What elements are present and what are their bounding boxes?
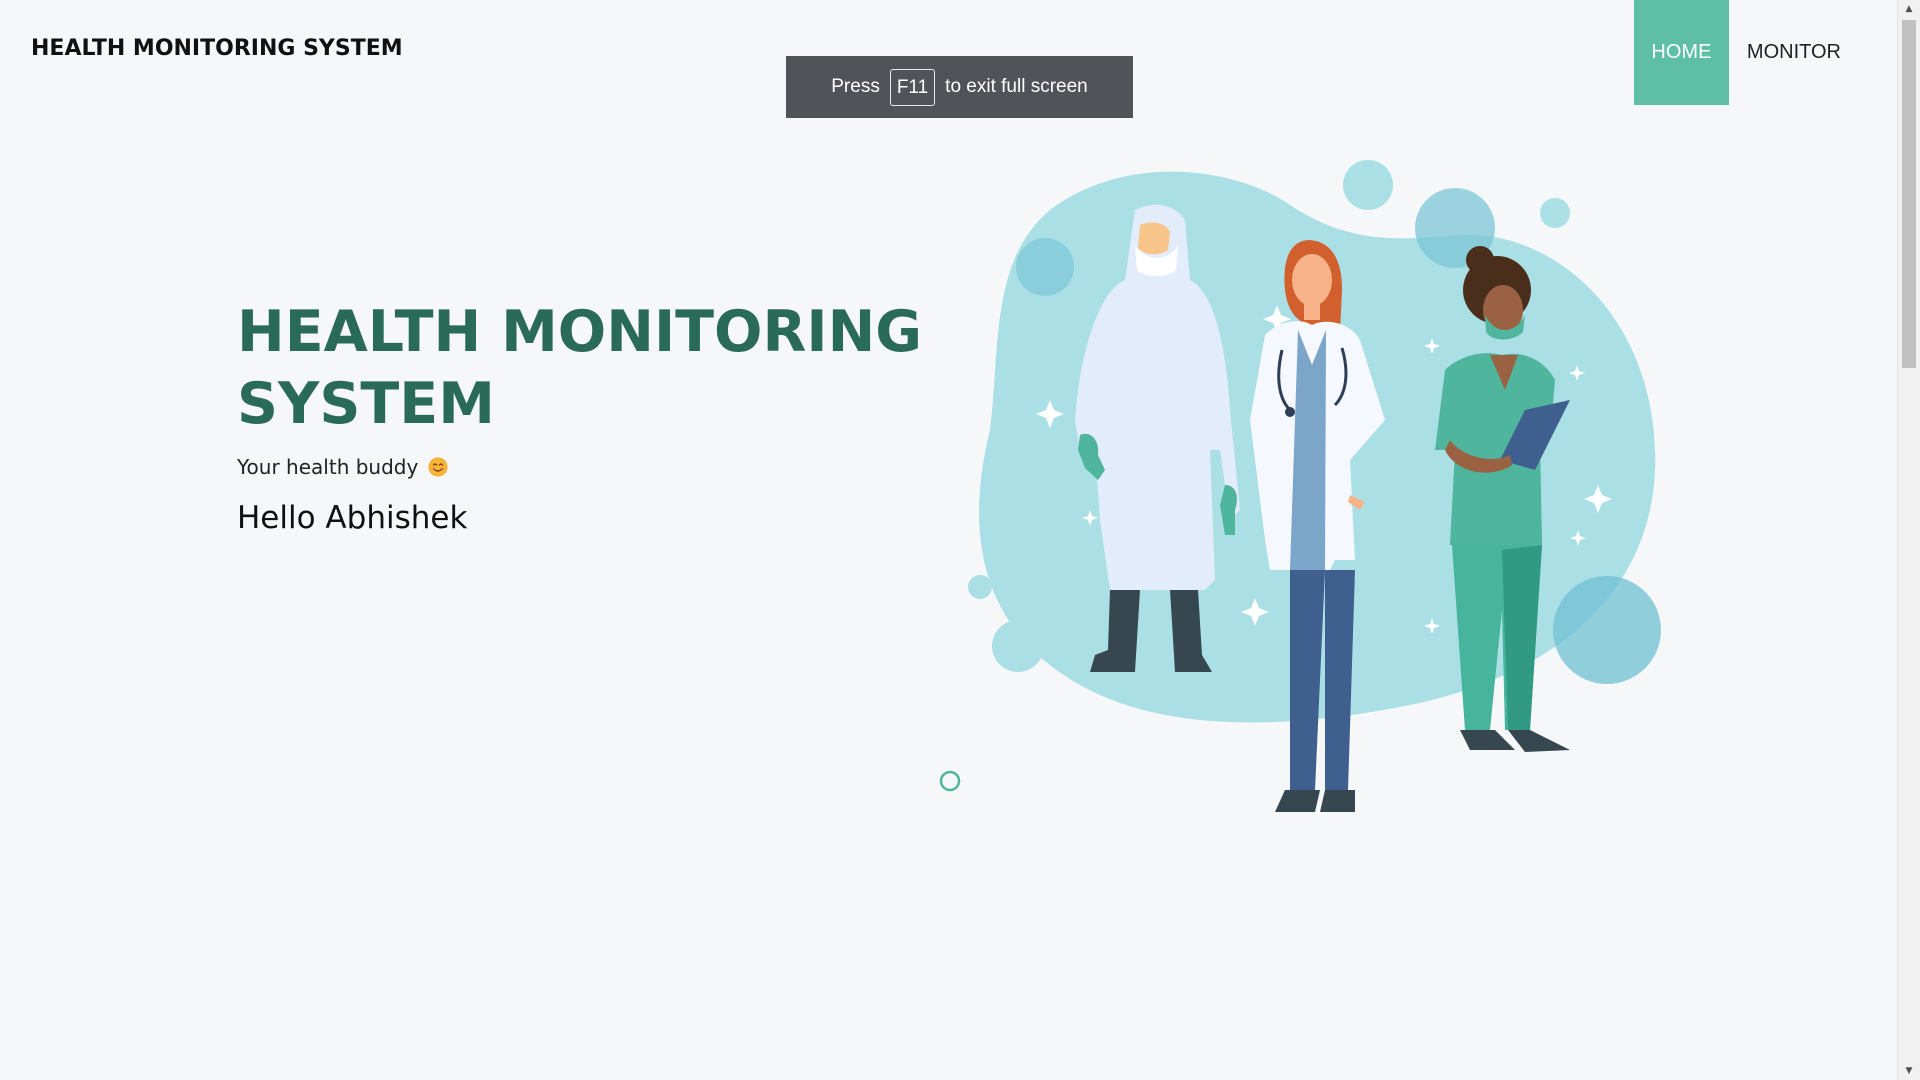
bubble: [1343, 160, 1393, 210]
bubble: [992, 620, 1044, 672]
fullscreen-notice-prefix: Press: [831, 76, 880, 97]
nav-monitor-link[interactable]: MONITOR: [1729, 0, 1860, 105]
greeting-text: Hello Abhishek: [237, 500, 468, 536]
bubble: [1553, 576, 1661, 684]
scroll-down-icon[interactable]: ▼: [1898, 1062, 1920, 1080]
fullscreen-notice-suffix: to exit full screen: [945, 76, 1088, 97]
fullscreen-exit-notice: Press F11 to exit full screen: [786, 56, 1133, 118]
scroll-thumb[interactable]: [1902, 20, 1916, 368]
ring: [939, 770, 961, 792]
smiling-face-icon: [428, 457, 448, 477]
scroll-up-icon[interactable]: ▲: [1898, 0, 1920, 18]
hero-title: HEALTH MONITORING SYSTEM: [237, 299, 923, 437]
main-nav: HOME MONITOR: [1633, 0, 1860, 105]
bubble: [1016, 238, 1074, 296]
fullscreen-key-badge: F11: [889, 68, 936, 106]
vertical-scrollbar[interactable]: ▲ ▼: [1897, 0, 1920, 1080]
nav-home-link[interactable]: HOME: [1633, 0, 1729, 105]
bubble: [1540, 198, 1570, 228]
brand-title: HEALTH MONITORING SYSTEM: [31, 36, 403, 61]
hero-subtitle-row: Your health buddy: [237, 455, 448, 479]
hero-subtitle: Your health buddy: [237, 455, 419, 479]
page: HEALTH MONITORING SYSTEM HOME MONITOR Pr…: [0, 0, 1920, 1080]
medical-staff-illustration: [939, 160, 1661, 812]
bubble: [968, 575, 992, 599]
